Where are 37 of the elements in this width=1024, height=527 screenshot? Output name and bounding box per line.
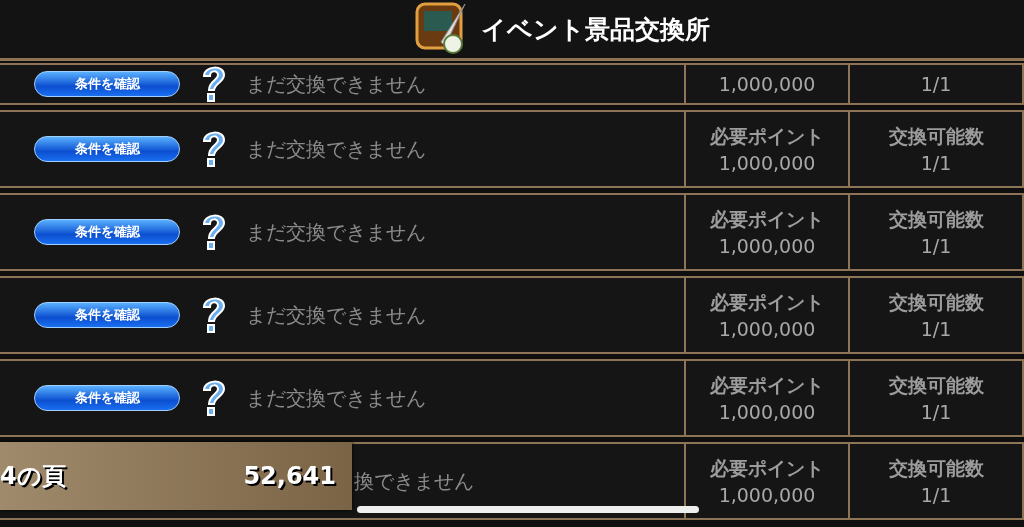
item-name: 4の頁 xyxy=(0,461,66,492)
screen-title: イベント景品交換所 xyxy=(480,13,710,46)
item-amount: 52,641 xyxy=(243,462,336,490)
check-conditions-button[interactable]: 条件を確認 xyxy=(34,136,180,162)
points-value: 1,000,000 xyxy=(718,318,816,340)
points-value: 1,000,000 xyxy=(718,401,816,423)
count-value: 1/1 xyxy=(920,235,952,257)
check-conditions-button[interactable]: 条件を確認 xyxy=(34,219,180,245)
points-label: 必要ポイント xyxy=(710,124,824,149)
count-value: 1/1 xyxy=(920,484,952,506)
count-label: 交換可能数 xyxy=(888,373,984,398)
points-value: 1,000,000 xyxy=(718,152,816,174)
check-conditions-button[interactable]: 条件を確認 xyxy=(34,71,180,97)
check-conditions-button[interactable]: 条件を確認 xyxy=(34,302,180,328)
count-value: 1/1 xyxy=(920,152,952,174)
points-value: 1,000,000 xyxy=(718,235,816,257)
count-label: 交換可能数 xyxy=(888,207,984,232)
status-text: まだ交換できません xyxy=(246,135,426,163)
check-conditions-button[interactable]: 条件を確認 xyxy=(34,385,180,411)
count-value: 1/1 xyxy=(920,401,952,423)
count-value: 1/1 xyxy=(920,318,952,340)
points-label: 必要ポイント xyxy=(710,373,824,398)
points-label: 必要ポイント xyxy=(710,207,824,232)
status-text: まだ交換できません xyxy=(246,301,426,329)
points-value: 1,000,000 xyxy=(718,73,816,95)
status-text: まだ交換できません xyxy=(246,70,426,98)
count-label: 交換可能数 xyxy=(888,124,984,149)
points-label: 必要ポイント xyxy=(710,290,824,315)
home-indicator[interactable] xyxy=(357,506,699,513)
points-value: 1,000,000 xyxy=(718,484,816,506)
status-text: まだ交換できません xyxy=(246,218,426,246)
count-label: 交換可能数 xyxy=(888,290,984,315)
status-text: まだ交換できません xyxy=(246,384,426,412)
count-value: 1/1 xyxy=(920,73,952,95)
points-label: 必要ポイント xyxy=(710,456,824,481)
status-text: 換できません xyxy=(354,467,474,495)
count-label: 交換可能数 xyxy=(888,456,984,481)
